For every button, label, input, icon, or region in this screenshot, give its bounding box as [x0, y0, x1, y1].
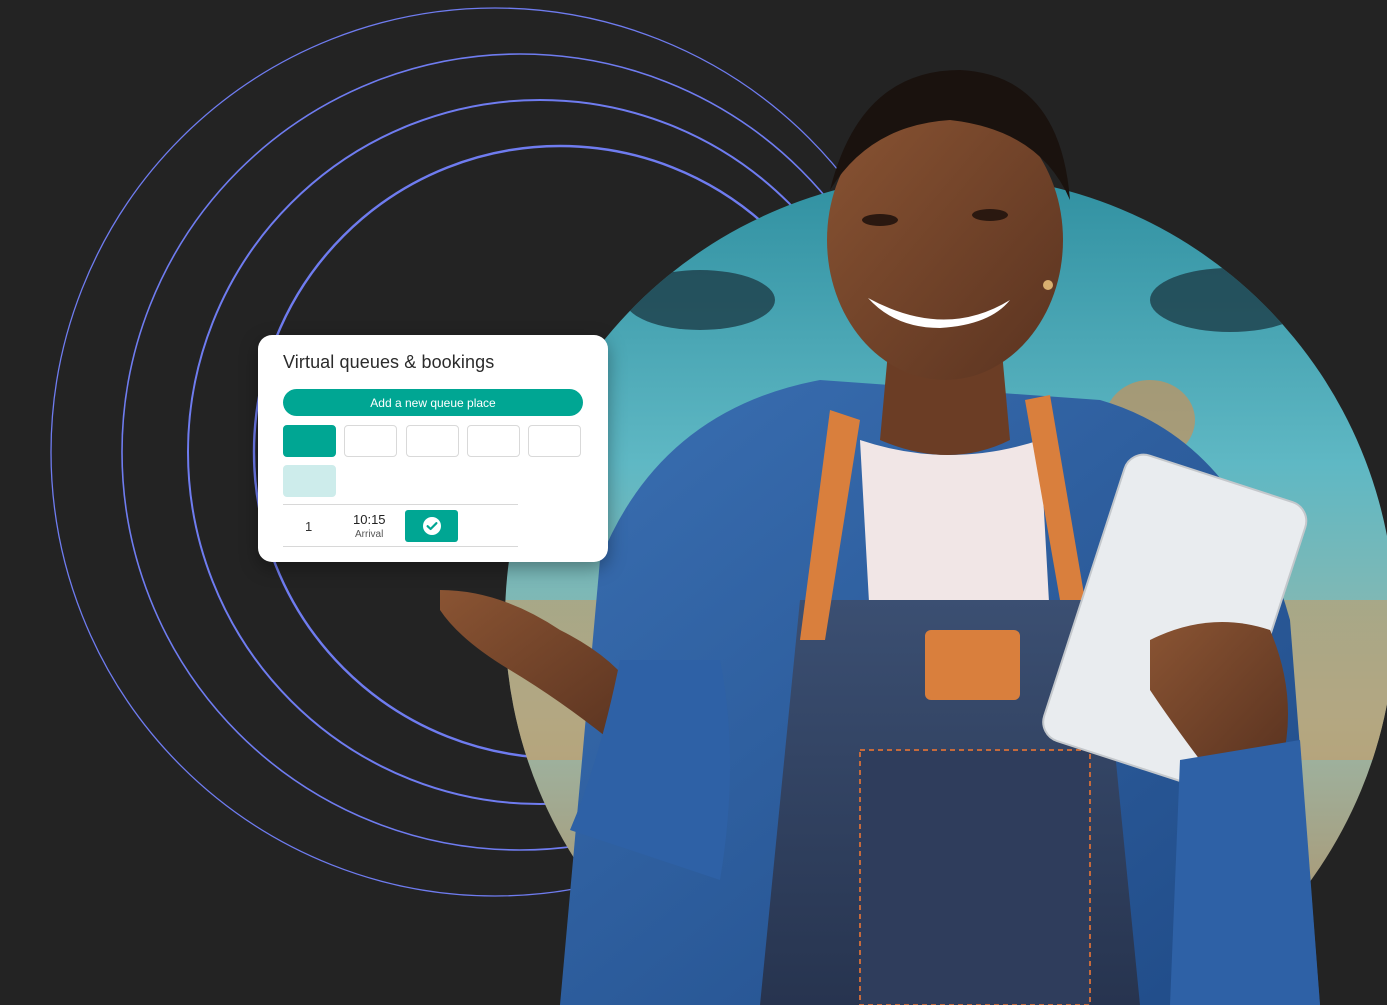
card-title: Virtual queues & bookings [283, 352, 495, 372]
confirm-arrival-button[interactable] [405, 510, 458, 542]
hero-stage: Virtual queues & bookings Add a new queu… [0, 0, 1387, 1005]
check-circle-icon [422, 517, 441, 535]
queue-slot[interactable] [467, 425, 520, 457]
waitress-with-tablet-photo [440, 70, 1387, 1005]
row-divider-top [283, 504, 518, 505]
queue-slot-pending[interactable] [283, 465, 336, 497]
row-divider-bottom [283, 546, 518, 547]
queue-card: Virtual queues & bookings Add a new queu… [258, 335, 608, 562]
queue-entry-number: 1 [305, 519, 313, 534]
queue-slot[interactable] [406, 425, 459, 457]
queue-slot[interactable] [528, 425, 581, 457]
queue-slot[interactable] [344, 425, 397, 457]
add-queue-place-button[interactable]: Add a new queue place [283, 389, 583, 416]
queue-entry-status: Arrival [355, 529, 384, 540]
queue-slot-active[interactable] [283, 425, 336, 457]
queue-entry-time: 10:15 [353, 512, 386, 527]
